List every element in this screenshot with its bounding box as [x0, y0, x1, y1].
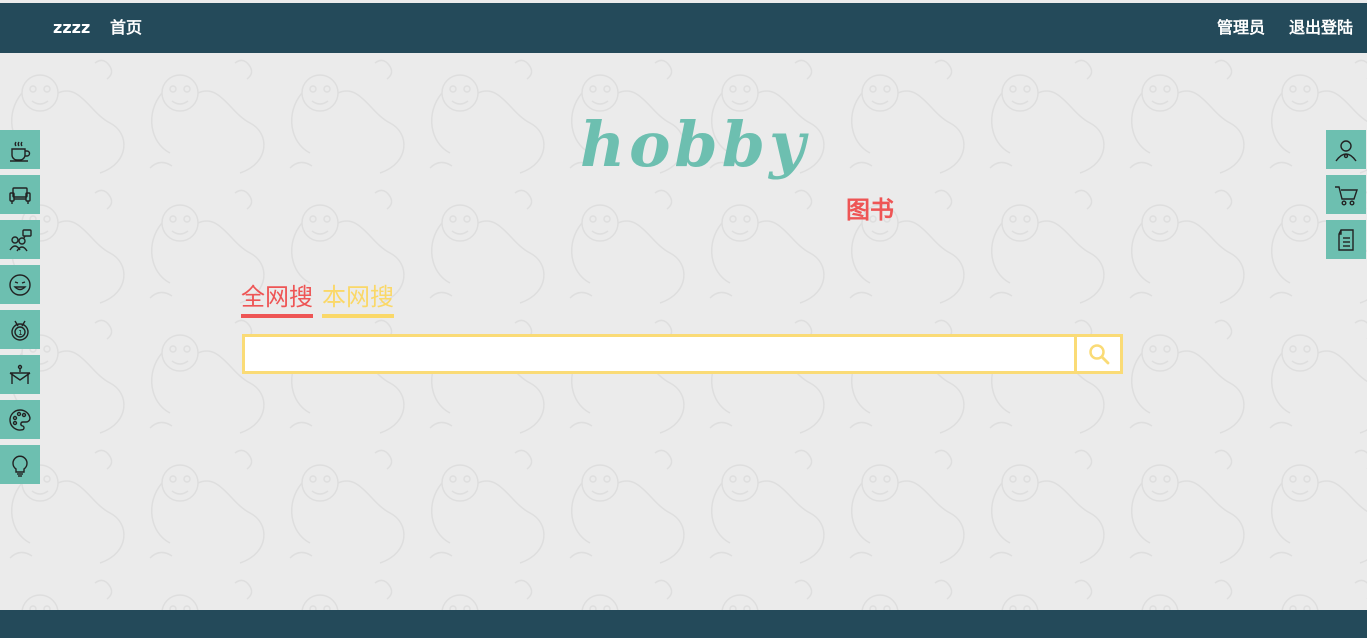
sidebar-group-button[interactable] — [0, 220, 40, 259]
sidebar-user-button[interactable] — [1326, 130, 1366, 169]
sofa-icon — [9, 186, 31, 204]
sidebar-fun-button[interactable] — [0, 265, 40, 304]
nav-admin-link[interactable]: 管理员 — [1217, 3, 1265, 53]
shopping-cart-icon — [1335, 185, 1358, 206]
table-icon — [9, 364, 31, 384]
sidebar-sofa-button[interactable] — [0, 175, 40, 214]
footer-bar — [0, 610, 1367, 638]
coffee-cup-icon — [10, 141, 31, 162]
search-button[interactable] — [1074, 337, 1120, 371]
hobby-logo: hobby — [580, 108, 810, 181]
search-icon — [1088, 344, 1109, 365]
tab-all-web-search[interactable]: 全网搜 — [241, 280, 313, 318]
sidebar-palette-button[interactable] — [0, 400, 40, 439]
search-box — [242, 334, 1123, 374]
navbar: zzzz 首页 管理员 退出登陆 — [0, 3, 1367, 53]
category-label: 图书 — [846, 196, 894, 224]
sidebar-coffee-button[interactable] — [0, 130, 40, 169]
nav-brand-link[interactable]: zzzz — [53, 3, 90, 53]
notes-icon — [1338, 228, 1354, 251]
medal-icon: 1 — [11, 320, 29, 341]
palette-icon — [9, 408, 31, 431]
sidebar-idea-button[interactable] — [0, 445, 40, 484]
sidebar-table-button[interactable] — [0, 355, 40, 394]
user-icon — [1335, 139, 1357, 161]
tab-site-search[interactable]: 本网搜 — [322, 280, 394, 318]
svg-text:1: 1 — [18, 329, 22, 337]
group-chat-icon — [9, 228, 32, 251]
sidebar-notes-button[interactable] — [1326, 220, 1366, 259]
sidebar-cart-button[interactable] — [1326, 175, 1366, 214]
nav-logout-link[interactable]: 退出登陆 — [1289, 3, 1353, 53]
laughing-face-icon — [9, 273, 31, 296]
nav-home-link[interactable]: 首页 — [110, 3, 142, 53]
search-input[interactable] — [245, 337, 1076, 371]
lightbulb-icon — [12, 455, 28, 477]
sidebar-medal-button[interactable]: 1 — [0, 310, 40, 349]
